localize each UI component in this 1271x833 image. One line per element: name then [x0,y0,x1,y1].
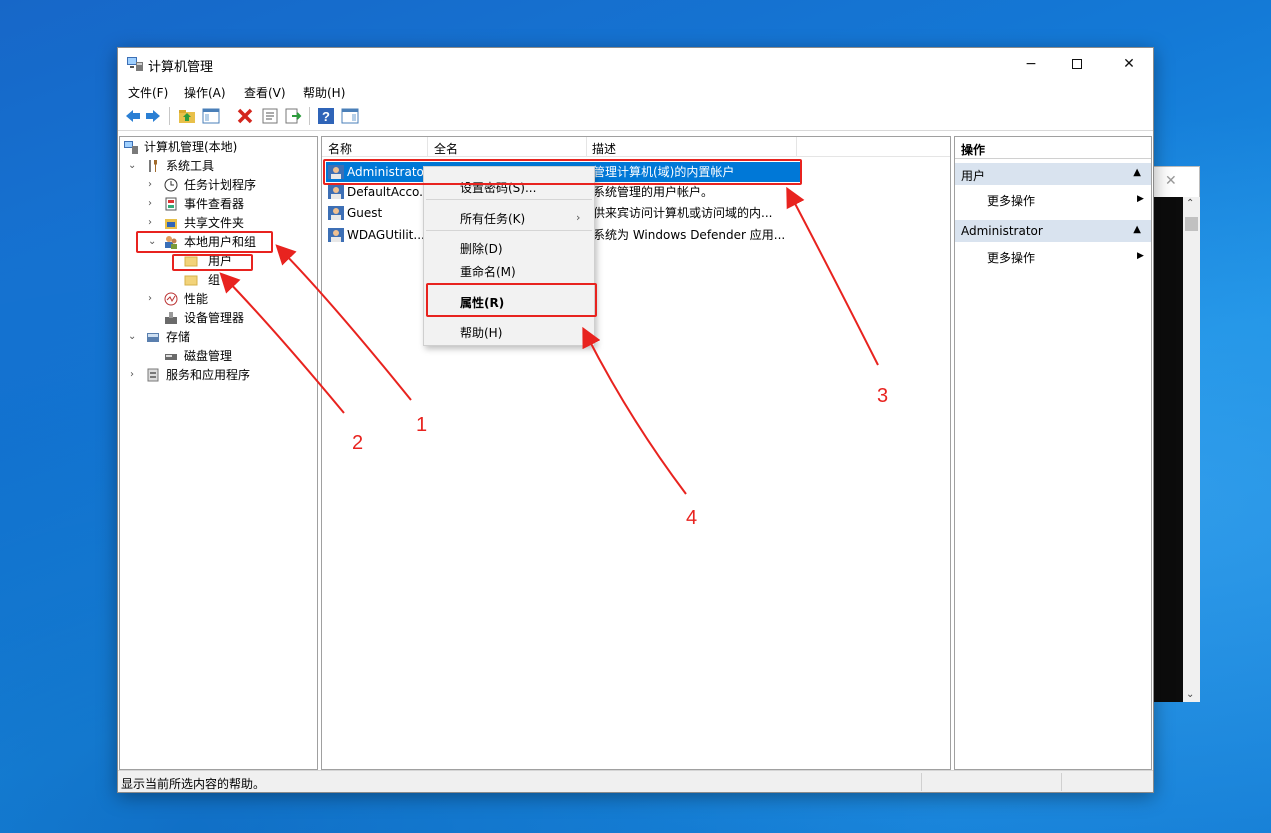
user-list-pane[interactable]: 名称 全名 描述 Administrator 管理计算机(域)的内置帐户 Def… [321,136,951,770]
maximize-icon [1072,59,1082,69]
close-icon[interactable]: ✕ [1165,173,1177,189]
status-text: 显示当前所选内容的帮助。 [121,777,266,791]
actions-pane: 操作 用户 ▲ 更多操作 ▶ Administrator ▲ 更多操作 ▶ [954,136,1152,770]
window-title: 计算机管理 [148,60,214,75]
title-bar[interactable]: 计算机管理 − ✕ [118,48,1153,80]
background-window[interactable]: ✕ ⌃ ⌄ [1152,166,1200,702]
menu-item-all-tasks[interactable]: 所有任务(K) [460,210,525,227]
shared-folder-icon [165,219,177,229]
export-list-icon[interactable] [284,107,302,125]
menu-help[interactable]: 帮助(H) [303,84,345,101]
highlight-local-users-groups [136,231,273,253]
highlight-properties [426,283,597,317]
folder-icon [184,275,198,286]
storage-icon [147,333,159,342]
actions-header: 操作 [955,137,1151,159]
device-manager-icon [165,312,177,324]
user-icon [328,185,344,199]
scroll-down-icon[interactable]: ⌄ [1186,689,1194,700]
menu-item-delete[interactable]: 删除(D) [460,240,503,257]
event-log-icon [165,197,177,211]
column-description[interactable]: 描述 [592,140,616,157]
computer-management-icon [127,57,143,71]
scroll-up-icon[interactable]: ⌃ [1186,198,1194,209]
collapse-icon[interactable]: ⌄ [128,328,138,346]
annotation-label-3: 3 [877,385,889,407]
user-icon [328,228,344,242]
more-actions-administrator[interactable]: 更多操作 [987,249,1035,266]
disk-icon [165,354,177,360]
user-icon [328,206,344,220]
computer-management-icon [124,141,138,154]
terminal-area [1153,197,1183,702]
highlight-administrator-row [323,159,802,185]
expand-icon[interactable]: › [148,290,158,308]
annotation-label-4: 4 [686,507,698,529]
actions-section-users[interactable]: 用户 ▲ [955,163,1151,185]
submenu-arrow-icon[interactable]: ▶ [1137,251,1144,261]
annotation-label-2: 2 [352,432,364,454]
maximize-button[interactable] [1054,48,1100,80]
context-menu: 设置密码(S)... 所有任务(K) › 删除(D) 重命名(M) 属性(R) … [423,166,595,346]
highlight-users [172,254,253,271]
minimize-button[interactable]: − [1008,48,1054,80]
collapse-up-icon[interactable]: ▲ [1133,167,1141,178]
help-icon[interactable]: ? [317,107,335,125]
menu-bar: 文件(F) 操作(A) 查看(V) 帮助(H) [118,80,1153,102]
tools-icon [149,160,157,172]
properties-icon[interactable] [261,107,279,125]
services-icon [147,368,159,382]
expand-icon[interactable]: › [148,176,158,194]
forward-icon[interactable] [144,107,162,125]
performance-icon [164,292,178,306]
column-name[interactable]: 名称 [328,140,352,157]
menu-item-rename[interactable]: 重命名(M) [460,263,516,280]
clock-icon [164,178,178,192]
close-button[interactable]: ✕ [1106,48,1152,80]
collapse-up-icon[interactable]: ▲ [1133,224,1141,235]
delete-icon[interactable] [236,107,254,125]
actions-section-administrator[interactable]: Administrator ▲ [955,220,1151,242]
annotation-label-1: 1 [416,414,428,436]
expand-icon[interactable]: › [148,195,158,213]
menu-action[interactable]: 操作(A) [184,84,226,101]
up-folder-icon[interactable] [178,107,196,125]
expand-icon[interactable]: › [130,366,140,384]
show-hide-tree-icon[interactable] [202,107,220,125]
toolbar: ? [118,103,1153,131]
column-fullname[interactable]: 全名 [434,140,458,157]
show-action-pane-icon[interactable] [341,107,359,125]
collapse-icon[interactable]: ⌄ [128,157,138,175]
submenu-arrow-icon: › [576,211,581,224]
svg-text:?: ? [322,109,330,124]
status-bar: 显示当前所选内容的帮助。 [118,770,1153,792]
menu-file[interactable]: 文件(F) [128,84,168,101]
menu-item-help[interactable]: 帮助(H) [460,324,502,341]
submenu-arrow-icon[interactable]: ▶ [1137,194,1144,204]
back-icon[interactable] [124,107,142,125]
scroll-thumb[interactable] [1185,217,1198,231]
more-actions-users[interactable]: 更多操作 [987,192,1035,209]
scrollbar[interactable]: ⌃ ⌄ [1183,197,1200,702]
list-header: 名称 全名 描述 [322,137,950,157]
expand-icon[interactable]: › [148,214,158,232]
menu-view[interactable]: 查看(V) [244,84,286,101]
